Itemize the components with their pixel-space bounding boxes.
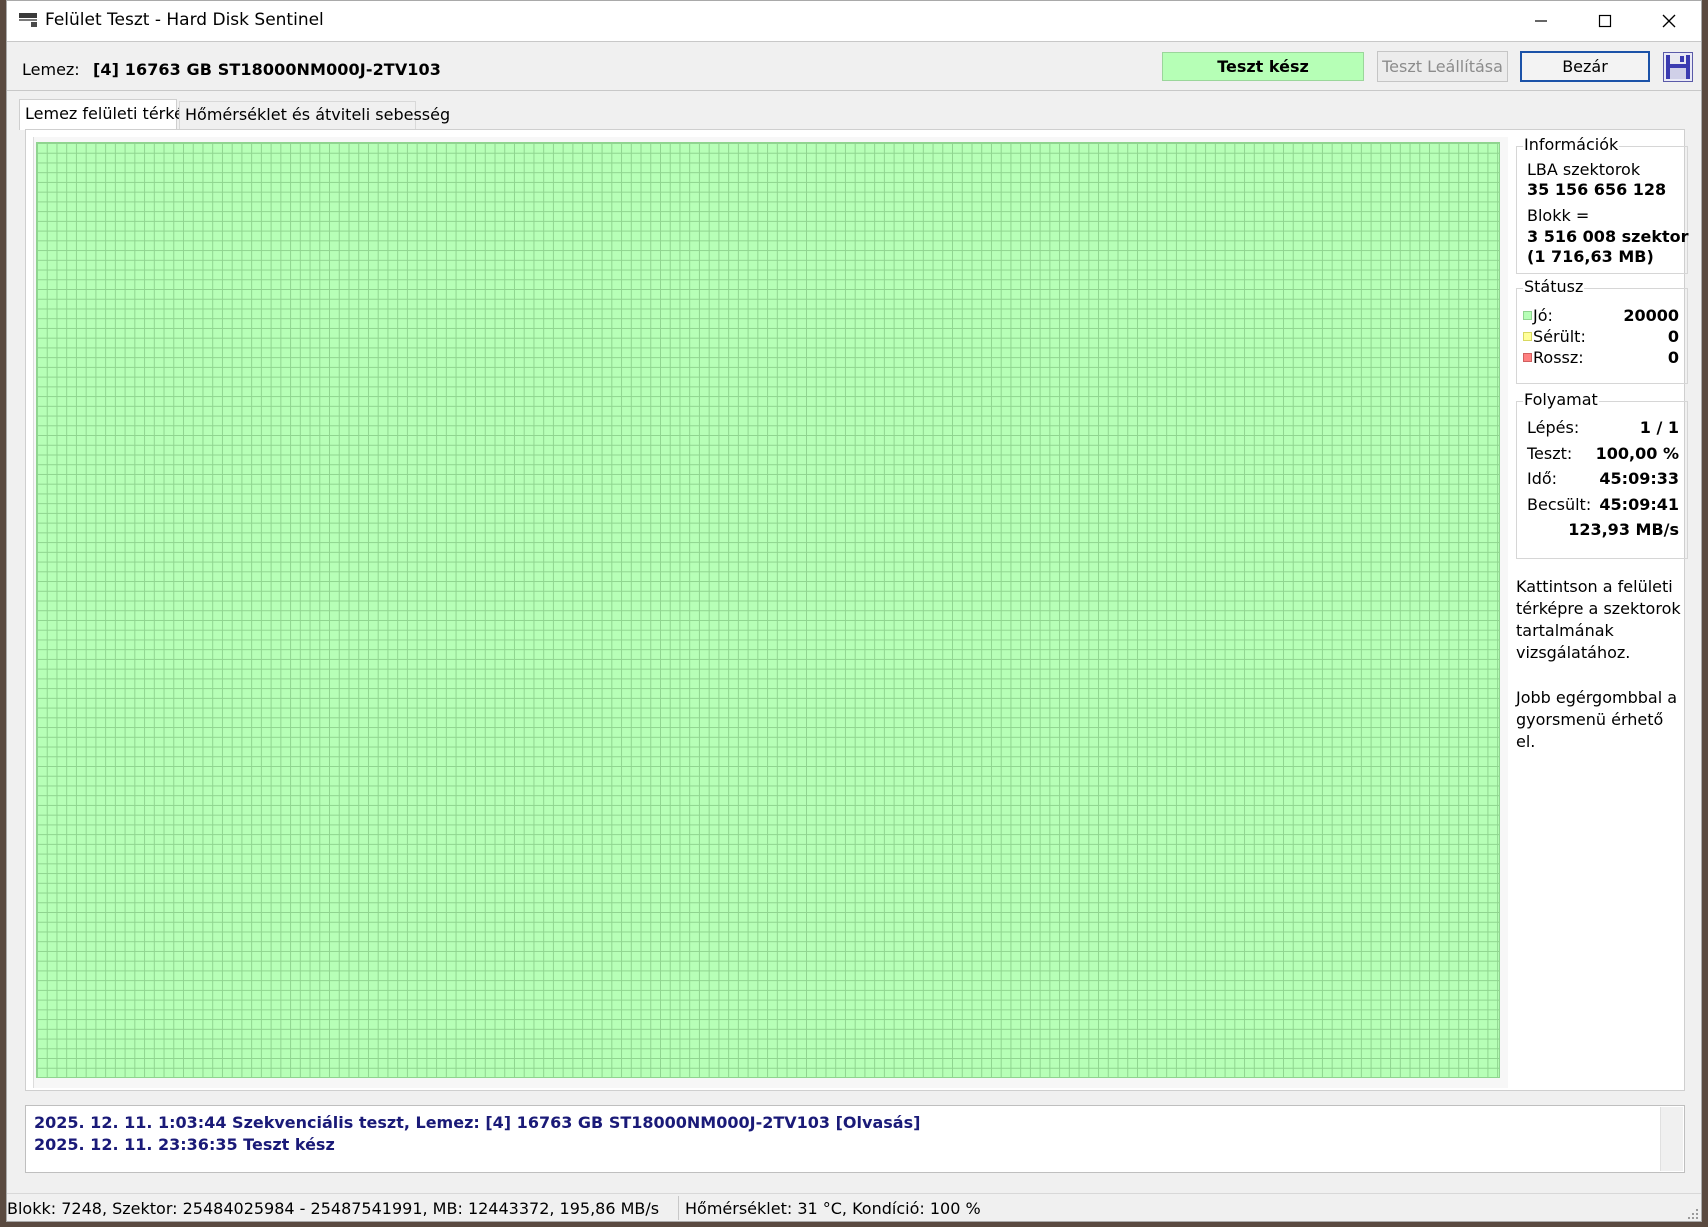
status-good-label: Jó:	[1533, 306, 1553, 325]
test-status-indicator: Teszt kész	[1162, 52, 1364, 81]
help-text-click: Kattintson a felületi térképre a szektor…	[1516, 576, 1686, 664]
speed-value: 123,93 MB/s	[1568, 520, 1679, 539]
status-good-value: 20000	[1623, 306, 1679, 325]
step-value: 1 / 1	[1639, 418, 1679, 437]
estimated-row: Becsült: 45:09:41	[1527, 495, 1679, 515]
help-line: tartalmának	[1516, 621, 1614, 640]
log-entry: 2025. 12. 11. 1:03:44 Szekvenciális tesz…	[34, 1113, 921, 1132]
stop-test-button[interactable]: Teszt Leállítása	[1377, 51, 1508, 82]
help-text-rightclick: Jobb egérgombbal a gyorsmenü érhető el.	[1516, 687, 1686, 753]
map-container	[33, 137, 1508, 1088]
estimated-value: 45:09:41	[1599, 495, 1679, 514]
status-bad-value: 0	[1667, 348, 1679, 367]
hard-disk-icon	[19, 13, 37, 27]
minimize-icon	[1535, 20, 1547, 22]
log-scrollbar[interactable]	[1660, 1107, 1683, 1171]
toolbar: Lemez: [4] 16763 GB ST18000NM000J-2TV103…	[7, 42, 1701, 91]
block-label: Blokk =	[1527, 206, 1590, 225]
status-damaged-row: Sérült: 0	[1521, 327, 1679, 347]
help-line: Kattintson a felületi	[1516, 577, 1673, 596]
window-close-button[interactable]	[1637, 1, 1701, 41]
temperature-status: Hőmérséklet: 31 °C, Kondíció: 100 %	[685, 1199, 981, 1218]
info-group: Információk LBA szektorok 35 156 656 128…	[1516, 135, 1689, 274]
disk-label: Lemez:	[22, 60, 80, 79]
status-group-title: Státusz	[1523, 277, 1585, 296]
bad-legend-swatch	[1523, 353, 1532, 362]
progress-group: Folyamat Lépés: 1 / 1 Teszt: 100,00 % Id…	[1516, 390, 1688, 559]
time-label: Idő:	[1527, 469, 1558, 488]
lba-label: LBA szektorok	[1527, 160, 1641, 179]
damaged-legend-swatch	[1523, 332, 1532, 341]
tab-temperature-speed[interactable]: Hőmérséklet és átviteli sebesség	[179, 101, 450, 129]
status-damaged-value: 0	[1667, 327, 1679, 346]
time-row: Idő: 45:09:33	[1527, 469, 1679, 489]
step-label: Lépés:	[1527, 418, 1580, 437]
floppy-disk-icon	[1663, 52, 1693, 82]
good-legend-swatch	[1523, 311, 1532, 320]
status-bad-row: Rossz: 0	[1521, 348, 1679, 368]
help-line: gyorsmenü érhető el.	[1516, 710, 1664, 751]
block-value-mb: (1 716,63 MB)	[1527, 247, 1654, 266]
help-line: Jobb egérgombbal a	[1516, 688, 1678, 707]
test-value: 100,00 %	[1595, 444, 1679, 463]
block-info-status: Blokk: 7248, Szektor: 25484025984 - 2548…	[7, 1199, 660, 1218]
progress-group-title: Folyamat	[1523, 390, 1599, 409]
status-bad-label: Rossz:	[1533, 348, 1584, 367]
speed-row: 123,93 MB/s	[1527, 520, 1679, 540]
status-bar: Blokk: 7248, Szektor: 25484025984 - 2548…	[7, 1193, 1701, 1222]
status-group: Státusz Jó: 20000 Sérült: 0 Rossz: 0	[1516, 277, 1688, 384]
surface-map-grid[interactable]	[36, 142, 1500, 1078]
close-icon	[1662, 14, 1676, 28]
step-row: Lépés: 1 / 1	[1527, 418, 1679, 438]
status-good-row: Jó: 20000	[1521, 306, 1679, 326]
status-damaged-label: Sérült:	[1533, 327, 1586, 346]
surface-map-panel: Információk LBA szektorok 35 156 656 128…	[25, 129, 1689, 1091]
test-row: Teszt: 100,00 %	[1527, 444, 1679, 464]
main-window: Felület Teszt - Hard Disk Sentinel Lemez…	[6, 0, 1702, 1222]
disk-selector[interactable]: [4] 16763 GB ST18000NM000J-2TV103	[93, 60, 441, 79]
info-group-title: Információk	[1523, 135, 1620, 154]
help-line: vizsgálatához.	[1516, 643, 1631, 662]
time-value: 45:09:33	[1599, 469, 1679, 488]
title-bar: Felület Teszt - Hard Disk Sentinel	[7, 1, 1701, 42]
log-entry: 2025. 12. 11. 23:36:35 Teszt kész	[34, 1135, 335, 1154]
save-button[interactable]	[1662, 51, 1694, 83]
tab-surface-map[interactable]: Lemez felületi térkép	[19, 99, 194, 130]
close-button[interactable]: Bezár	[1520, 51, 1650, 82]
status-separator	[678, 1196, 679, 1220]
maximize-button[interactable]	[1573, 1, 1637, 41]
window-title: Felület Teszt - Hard Disk Sentinel	[45, 10, 324, 30]
test-label: Teszt:	[1527, 444, 1573, 463]
minimize-button[interactable]	[1509, 1, 1573, 41]
block-value-sectors: 3 516 008 szektor	[1527, 227, 1689, 246]
lba-value: 35 156 656 128	[1527, 180, 1667, 199]
event-log[interactable]: 2025. 12. 11. 1:03:44 Szekvenciális tesz…	[25, 1105, 1685, 1173]
estimated-label: Becsült:	[1527, 495, 1592, 514]
help-line: térképre a szektorok	[1516, 599, 1681, 618]
maximize-icon	[1598, 14, 1612, 28]
resize-grip-icon[interactable]	[1687, 1208, 1699, 1220]
